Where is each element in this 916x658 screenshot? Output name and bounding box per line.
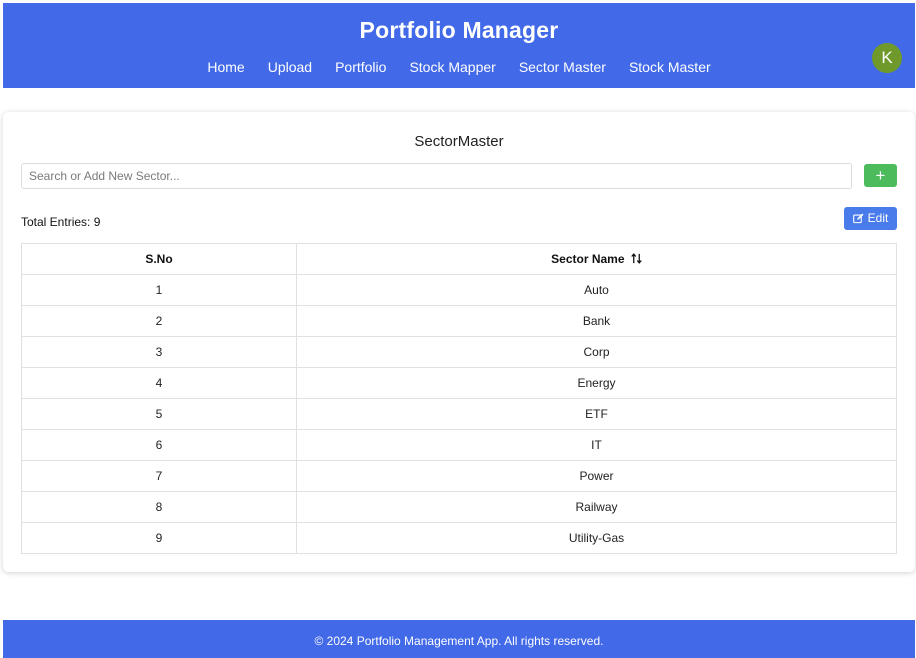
cell-sno: 9 — [21, 522, 297, 554]
nav-upload[interactable]: Upload — [256, 58, 323, 76]
cell-sno: 3 — [21, 336, 297, 368]
table-row: 9 Utility-Gas — [21, 522, 897, 554]
cell-sno: 6 — [21, 429, 297, 461]
nav-sector-master[interactable]: Sector Master — [507, 58, 617, 76]
edit-icon — [852, 213, 864, 224]
sector-master-card: SectorMaster + Total Entries: 9 Edit S.N… — [3, 112, 915, 572]
cell-sector-name: Corp — [296, 336, 897, 368]
sector-table: S.No Sector Name 1 Auto 2 Bank 3 Corp 4 … — [21, 243, 897, 554]
cell-sector-name: Energy — [296, 367, 897, 399]
nav-stock-master[interactable]: Stock Master — [617, 58, 722, 76]
nav-home[interactable]: Home — [196, 58, 256, 76]
search-input[interactable] — [21, 163, 852, 189]
app-title: Portfolio Manager — [359, 17, 559, 43]
cell-sector-name: IT — [296, 429, 897, 461]
avatar[interactable]: K — [872, 43, 902, 73]
sort-icon[interactable] — [631, 252, 642, 267]
add-sector-button[interactable]: + — [864, 164, 897, 187]
cell-sector-name: Bank — [296, 305, 897, 337]
edit-button[interactable]: Edit — [844, 207, 897, 230]
cell-sno: 7 — [21, 460, 297, 492]
table-row: 5 ETF — [21, 398, 897, 430]
table-row: 3 Corp — [21, 336, 897, 368]
column-header-sector-name[interactable]: Sector Name — [296, 243, 897, 275]
app-header: Portfolio Manager Home Upload Portfolio … — [3, 3, 915, 88]
cell-sector-name: Railway — [296, 491, 897, 523]
cell-sno: 1 — [21, 274, 297, 306]
column-header-label: Sector Name — [551, 251, 625, 266]
table-row: 7 Power — [21, 460, 897, 492]
page: Portfolio Manager Home Upload Portfolio … — [0, 0, 916, 658]
table-row: 2 Bank — [21, 305, 897, 337]
cell-sno: 5 — [21, 398, 297, 430]
edit-button-label: Edit — [867, 211, 889, 225]
cell-sector-name: ETF — [296, 398, 897, 430]
table-row: 4 Energy — [21, 367, 897, 399]
total-entries: Total Entries: 9 — [21, 215, 101, 229]
table-row: 8 Railway — [21, 491, 897, 523]
cell-sector-name: Auto — [296, 274, 897, 306]
column-header-label: S.No — [145, 252, 173, 266]
main-nav: Home Upload Portfolio Stock Mapper Secto… — [3, 58, 915, 76]
footer-text: © 2024 Portfolio Management App. All rig… — [314, 634, 604, 648]
table-header-row: S.No Sector Name — [21, 243, 897, 275]
nav-portfolio[interactable]: Portfolio — [324, 58, 398, 76]
cell-sector-name: Utility-Gas — [296, 522, 897, 554]
page-title: SectorMaster — [414, 133, 504, 150]
table-row: 6 IT — [21, 429, 897, 461]
nav-stock-mapper[interactable]: Stock Mapper — [398, 58, 507, 76]
app-footer: © 2024 Portfolio Management App. All rig… — [3, 620, 915, 658]
table-row: 1 Auto — [21, 274, 897, 306]
cell-sector-name: Power — [296, 460, 897, 492]
column-header-sno: S.No — [21, 243, 297, 275]
cell-sno: 4 — [21, 367, 297, 399]
cell-sno: 8 — [21, 491, 297, 523]
cell-sno: 2 — [21, 305, 297, 337]
